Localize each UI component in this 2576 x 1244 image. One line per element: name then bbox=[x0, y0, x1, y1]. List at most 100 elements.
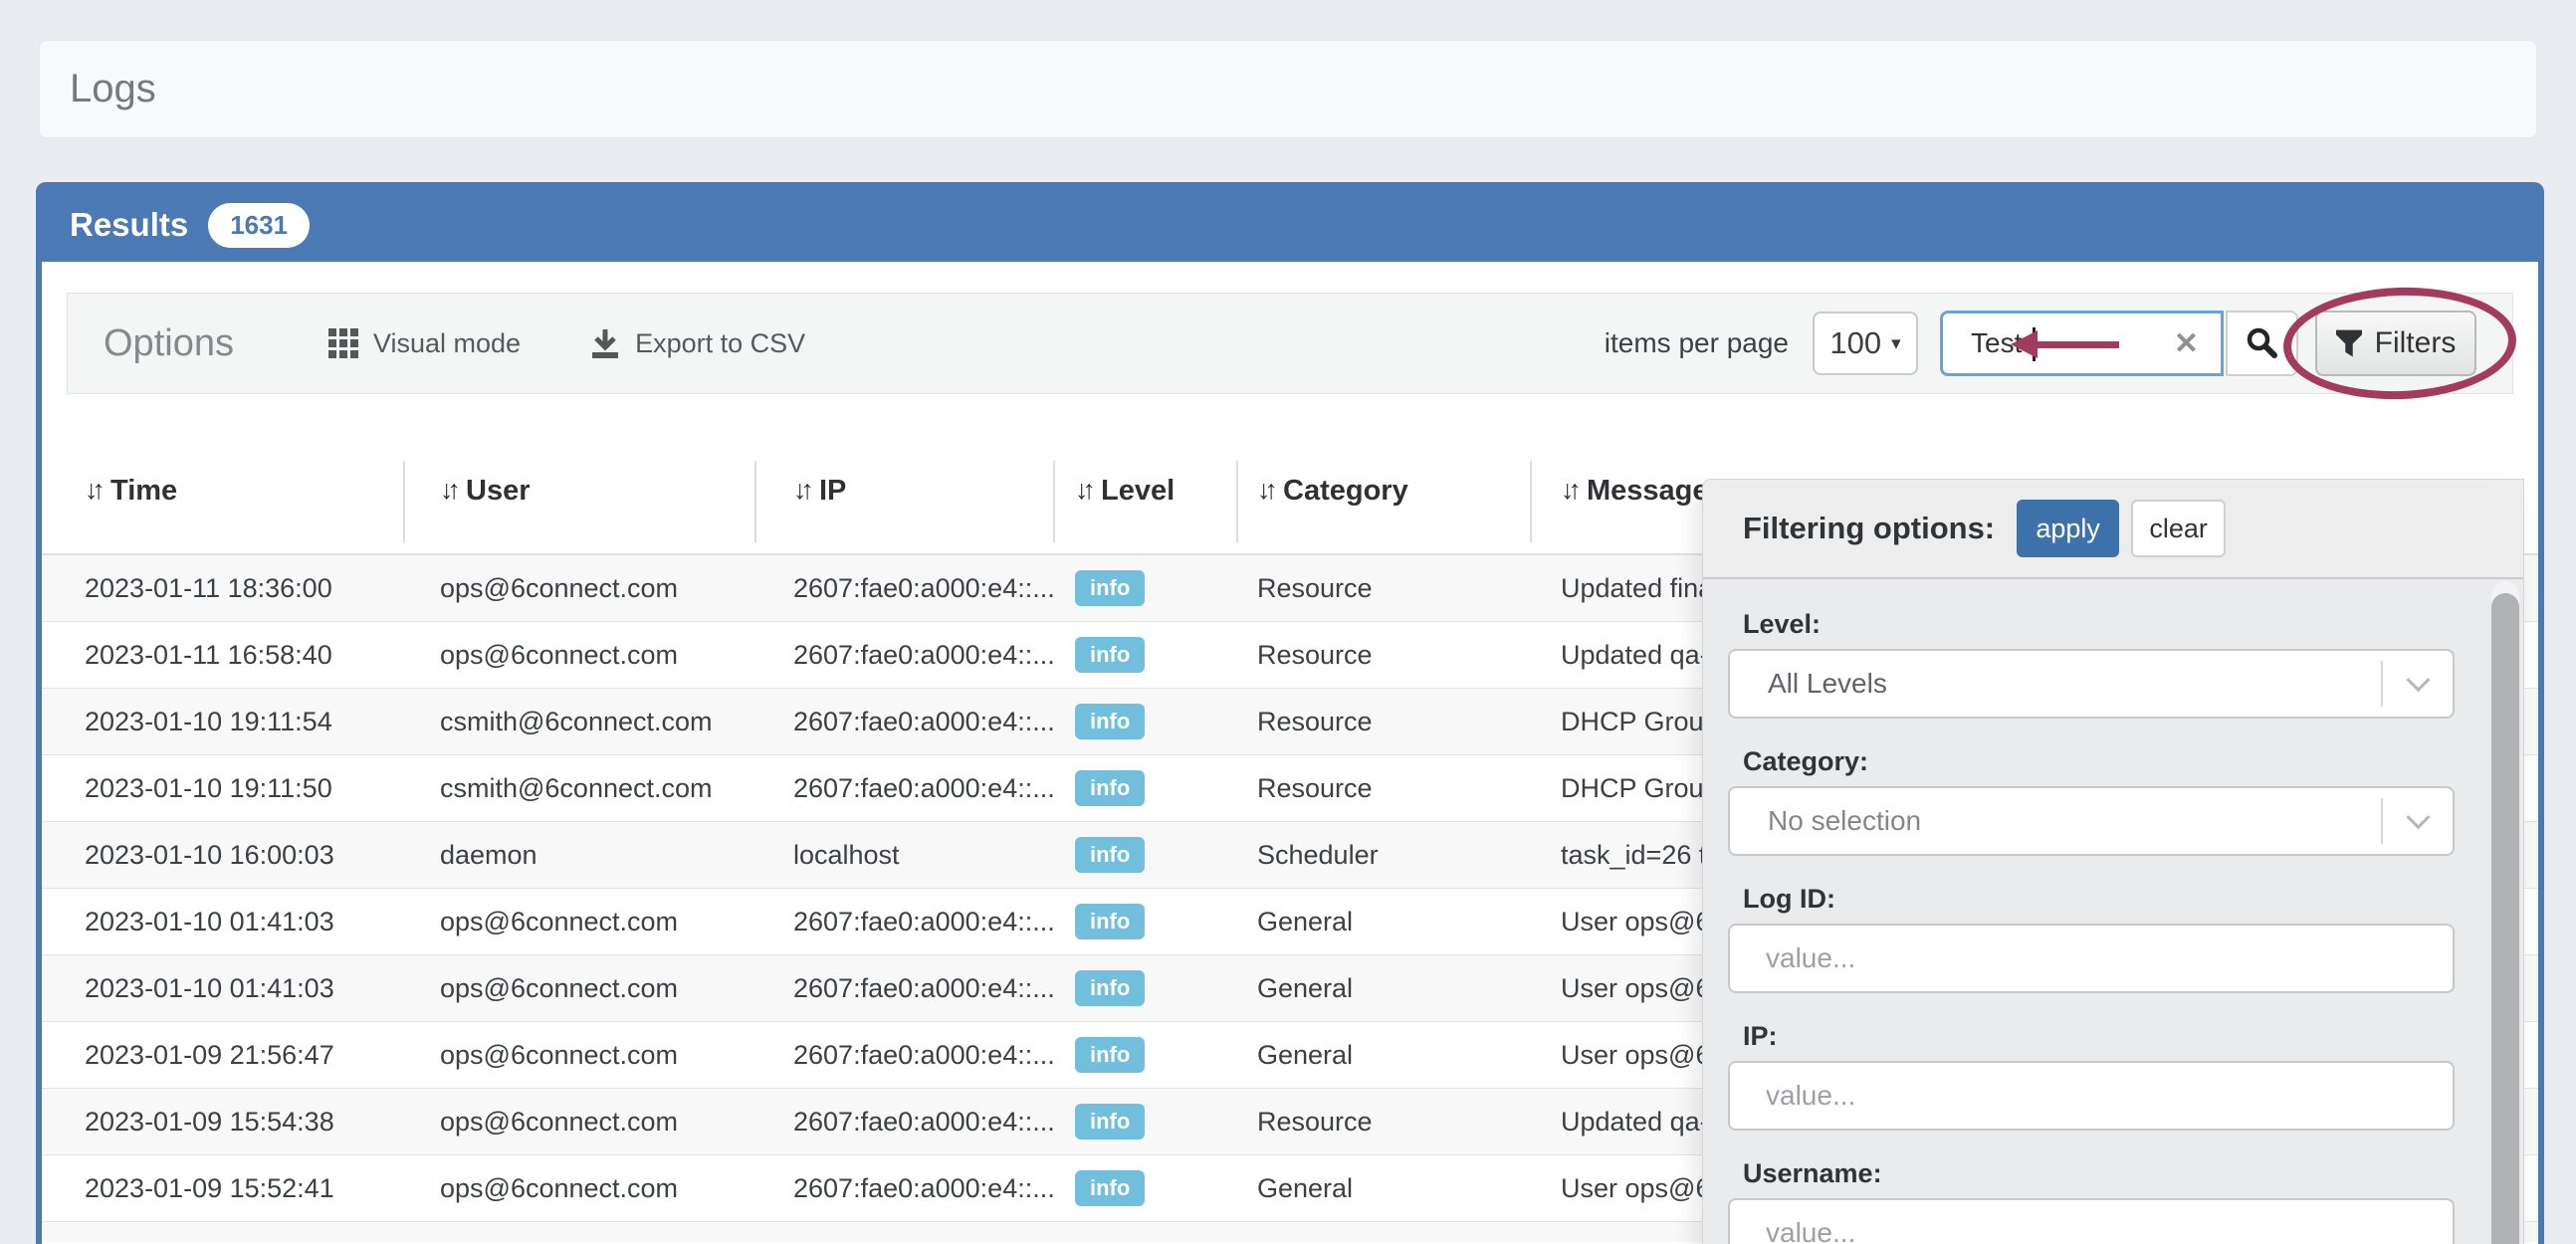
filter-panel-body: Level: All Levels Category: No selection… bbox=[1703, 579, 2523, 1244]
cell-level: info bbox=[1053, 704, 1236, 739]
results-count-badge: 1631 bbox=[208, 203, 310, 248]
cell-user: ops@6connect.com bbox=[403, 640, 754, 671]
cell-category: Resource bbox=[1236, 1107, 1530, 1138]
level-info-badge: info bbox=[1075, 570, 1145, 606]
caret-down-icon: ▾ bbox=[1891, 332, 1901, 355]
filters-label: Filters bbox=[2375, 326, 2457, 360]
header-divider bbox=[1236, 461, 1238, 542]
ip-label: IP: bbox=[1743, 1019, 2523, 1053]
cell-time: 2023-01-10 01:41:03 bbox=[42, 907, 403, 937]
level-info-badge: info bbox=[1075, 904, 1145, 939]
cell-user: ops@6connect.com bbox=[403, 1040, 754, 1071]
cell-category: General bbox=[1236, 907, 1530, 937]
column-header-ip[interactable]: ↓↑ IP bbox=[754, 451, 1053, 553]
cell-level: info bbox=[1053, 570, 1236, 606]
level-info-badge: info bbox=[1075, 1170, 1145, 1206]
cell-level: info bbox=[1053, 904, 1236, 939]
ip-field-wrap bbox=[1728, 1061, 2455, 1131]
cell-category: Resource bbox=[1236, 640, 1530, 671]
log-id-label: Log ID: bbox=[1743, 882, 2523, 916]
sort-icon: ↓↑ bbox=[793, 475, 808, 553]
filters-button[interactable]: Filters bbox=[2315, 311, 2476, 376]
header-divider bbox=[1053, 461, 1055, 542]
filter-funnel-icon bbox=[2336, 329, 2362, 358]
cell-time: 2023-01-09 21:56:47 bbox=[42, 1040, 403, 1071]
cell-time: 2023-01-09 15:52:41 bbox=[42, 1173, 403, 1204]
cell-category: General bbox=[1236, 973, 1530, 1004]
cell-category: Resource bbox=[1236, 773, 1530, 804]
cell-user: ops@6connect.com bbox=[403, 907, 754, 937]
filter-panel-scrollbar[interactable] bbox=[2491, 581, 2519, 1244]
filter-panel-title: Filtering options: bbox=[1743, 511, 1995, 546]
cell-ip: 2607:fae0:a000:e4::... bbox=[754, 640, 1053, 671]
cell-ip: 2607:fae0:a000:e4::... bbox=[754, 1107, 1053, 1138]
cell-category: General bbox=[1236, 1040, 1530, 1071]
items-per-page-label: items per page bbox=[1605, 327, 1789, 359]
username-label: Username: bbox=[1743, 1156, 2523, 1190]
visual-mode-button[interactable]: Visual mode bbox=[328, 328, 521, 359]
search-input[interactable] bbox=[1943, 313, 2142, 373]
scrollbar-thumb[interactable] bbox=[2491, 593, 2519, 1244]
category-select[interactable]: No selection bbox=[1728, 786, 2455, 856]
cell-time: 2023-01-10 19:11:54 bbox=[42, 707, 403, 737]
column-header-time[interactable]: ↓↑ Time bbox=[42, 451, 403, 553]
grid-icon bbox=[328, 328, 358, 358]
cell-category: Scheduler bbox=[1236, 840, 1530, 871]
cell-ip: 2607:fae0:a000:e4::... bbox=[754, 707, 1053, 737]
page-header: Logs bbox=[39, 40, 2537, 138]
cell-category: Resource bbox=[1236, 707, 1530, 737]
username-field[interactable] bbox=[1730, 1200, 2453, 1244]
sort-icon: ↓↑ bbox=[85, 475, 100, 553]
header-divider bbox=[754, 461, 756, 542]
column-header-category[interactable]: ↓↑ Category bbox=[1236, 451, 1530, 553]
level-info-badge: info bbox=[1075, 1037, 1145, 1073]
search-button[interactable] bbox=[2226, 311, 2298, 376]
cell-time: 2023-01-11 18:36:00 bbox=[42, 573, 403, 604]
export-csv-button[interactable]: Export to CSV bbox=[590, 327, 805, 359]
download-icon bbox=[590, 327, 620, 359]
clear-search-icon[interactable]: ✕ bbox=[2174, 313, 2199, 373]
filter-group-ip: IP: bbox=[1728, 1019, 2523, 1131]
level-info-badge: info bbox=[1075, 704, 1145, 739]
cell-time: 2023-01-10 16:00:03 bbox=[42, 840, 403, 871]
filter-group-log-id: Log ID: bbox=[1728, 882, 2523, 993]
ip-field[interactable] bbox=[1730, 1063, 2453, 1129]
sort-icon: ↓↑ bbox=[1075, 475, 1090, 553]
log-id-field-wrap bbox=[1728, 924, 2455, 993]
clear-button[interactable]: clear bbox=[2131, 500, 2226, 557]
chevron-down-icon bbox=[2406, 805, 2430, 829]
filter-panel: Filtering options: apply clear Level: Al… bbox=[1703, 480, 2523, 1244]
cell-user: csmith@6connect.com bbox=[403, 707, 754, 737]
cell-level: info bbox=[1053, 837, 1236, 873]
level-info-badge: info bbox=[1075, 770, 1145, 806]
cell-ip: 2607:fae0:a000:e4::... bbox=[754, 1173, 1053, 1204]
cell-level: info bbox=[1053, 1104, 1236, 1140]
search-group: ✕ bbox=[1940, 311, 2298, 376]
category-select-value: No selection bbox=[1730, 805, 1921, 837]
level-info-badge: info bbox=[1075, 637, 1145, 673]
filter-group-username: Username: bbox=[1728, 1156, 2523, 1244]
sort-icon: ↓↑ bbox=[440, 475, 455, 553]
header-divider bbox=[1530, 461, 1532, 542]
cell-level: info bbox=[1053, 970, 1236, 1006]
level-select[interactable]: All Levels bbox=[1728, 649, 2455, 719]
export-csv-label: Export to CSV bbox=[635, 328, 805, 359]
column-header-level[interactable]: ↓↑ Level bbox=[1053, 451, 1236, 553]
cell-level: info bbox=[1053, 1170, 1236, 1206]
apply-button[interactable]: apply bbox=[2017, 500, 2119, 557]
column-header-user[interactable]: ↓↑ User bbox=[403, 451, 754, 553]
text-cursor bbox=[2033, 327, 2036, 361]
cell-user: ops@6connect.com bbox=[403, 1173, 754, 1204]
cell-level: info bbox=[1053, 770, 1236, 806]
visual-mode-label: Visual mode bbox=[373, 328, 521, 359]
cell-time: 2023-01-10 01:41:03 bbox=[42, 973, 403, 1004]
category-label: Category: bbox=[1743, 744, 2523, 778]
results-header: Results 1631 bbox=[42, 188, 2538, 262]
log-id-field[interactable] bbox=[1730, 926, 2453, 991]
cell-user: ops@6connect.com bbox=[403, 573, 754, 604]
page-size-value: 100 bbox=[1829, 325, 1881, 361]
filter-group-level: Level: All Levels bbox=[1728, 607, 2523, 719]
cell-ip: 2607:fae0:a000:e4::... bbox=[754, 973, 1053, 1004]
page-size-dropdown[interactable]: 100 ▾ bbox=[1813, 311, 1918, 375]
search-icon bbox=[2246, 326, 2279, 360]
